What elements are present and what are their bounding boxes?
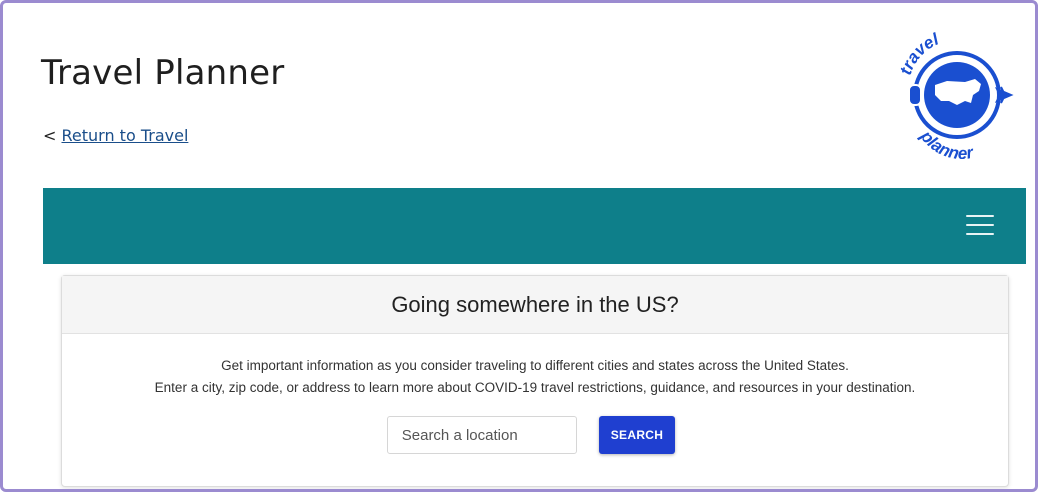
card-description-line-1: Get important information as you conside… bbox=[221, 358, 849, 373]
car-icon bbox=[908, 84, 922, 106]
search-row: SEARCH bbox=[62, 416, 1008, 454]
return-link-row: < Return to Travel bbox=[43, 126, 188, 145]
card-body: Get important information as you conside… bbox=[62, 334, 1008, 454]
search-location-input[interactable] bbox=[386, 416, 577, 454]
return-to-travel-link[interactable]: Return to Travel bbox=[62, 126, 189, 145]
page-title: Travel Planner bbox=[41, 53, 285, 93]
svg-text:planner: planner bbox=[916, 126, 976, 159]
travel-planner-logo: travel planner bbox=[887, 19, 1027, 163]
main-navbar bbox=[43, 188, 1026, 264]
card-description-line-2: Enter a city, zip code, or address to le… bbox=[154, 380, 916, 395]
return-prefix: < bbox=[43, 126, 57, 145]
hamburger-line bbox=[966, 233, 994, 235]
hamburger-line bbox=[966, 224, 994, 226]
hamburger-menu-icon[interactable] bbox=[966, 215, 994, 237]
search-button[interactable]: SEARCH bbox=[598, 416, 676, 454]
travel-planner-logo-graphic: travel planner bbox=[896, 29, 1014, 163]
page-frame: Travel Planner < Return to Travel travel… bbox=[0, 0, 1038, 492]
airplane-icon bbox=[994, 86, 1014, 104]
card-heading: Going somewhere in the US? bbox=[62, 276, 1008, 334]
search-card: Going somewhere in the US? Get important… bbox=[61, 275, 1009, 487]
logo-bottom-text: planner bbox=[916, 126, 976, 163]
hamburger-line bbox=[966, 215, 994, 217]
